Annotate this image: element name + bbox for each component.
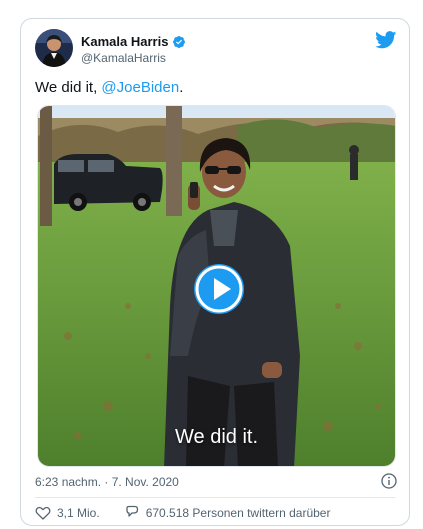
tweet-card[interactable]: Kamala Harris @KamalaHarris We did it, @… — [20, 18, 410, 526]
divider — [35, 497, 395, 498]
author-name[interactable]: Kamala Harris — [81, 34, 186, 49]
verified-badge-icon — [173, 35, 186, 48]
avatar[interactable] — [35, 29, 73, 67]
author-name-text: Kamala Harris — [81, 34, 169, 49]
info-icon[interactable] — [381, 473, 397, 489]
tweet-text-body: We did it, — [35, 79, 102, 96]
like-button[interactable]: 3,1 Mio. — [35, 505, 100, 521]
author-handle[interactable]: @KamalaHarris — [81, 51, 166, 65]
tweet-text: We did it, @JoeBiden. — [35, 79, 183, 96]
like-count: 3,1 Mio. — [57, 506, 100, 520]
twitter-bird-icon[interactable] — [375, 31, 397, 49]
reply-count-label: 670.518 Personen twittern darüber — [145, 506, 331, 520]
tweet-timestamp[interactable]: 6:23 nachm. · 7. Nov. 2020 — [35, 475, 179, 489]
tweet-video[interactable]: We did it. — [37, 105, 396, 467]
avatar-image — [35, 29, 73, 67]
play-icon[interactable] — [193, 263, 245, 315]
reply-button[interactable]: 670.518 Personen twittern darüber — [124, 505, 331, 521]
mention-link[interactable]: @JoeBiden — [101, 79, 179, 96]
tweet-text-trailing: . — [179, 79, 184, 96]
video-caption: We did it. — [175, 426, 258, 448]
tweet-actions: 3,1 Mio. 670.518 Personen twittern darüb… — [35, 505, 354, 521]
heart-icon — [35, 506, 51, 520]
speech-bubble-icon — [126, 505, 138, 517]
